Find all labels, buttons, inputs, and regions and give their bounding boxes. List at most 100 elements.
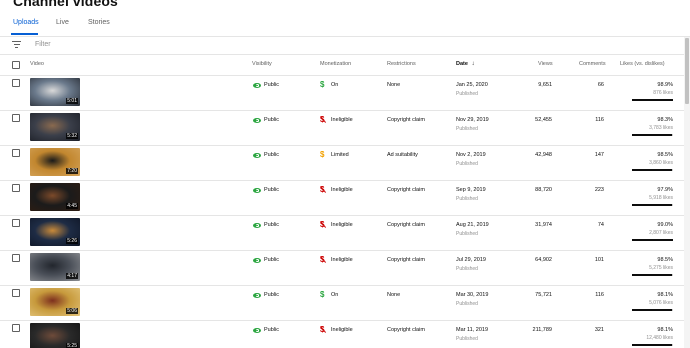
visibility-value[interactable]: Public bbox=[264, 82, 279, 88]
views-value: 42,948 bbox=[535, 152, 552, 158]
column-header-likes[interactable]: Likes (vs. dislikes) bbox=[620, 61, 665, 67]
likes-percent: 98.1% bbox=[657, 292, 673, 298]
column-header-restrictions: Restrictions bbox=[387, 61, 416, 67]
dollar-crossed-icon: $ bbox=[319, 221, 327, 229]
filter-bar: Filter bbox=[0, 37, 690, 55]
video-duration: 5:32 bbox=[66, 133, 78, 139]
views-value: 31,974 bbox=[535, 222, 552, 228]
dollar-crossed-icon: $ bbox=[319, 256, 327, 264]
row-checkbox[interactable] bbox=[12, 254, 20, 262]
date-status: Published bbox=[456, 91, 478, 97]
column-header-comments[interactable]: Comments bbox=[579, 61, 606, 67]
monetization-value[interactable]: Ineligible bbox=[331, 327, 353, 333]
date-value: Jan 25, 2020 bbox=[456, 82, 488, 88]
dollar-icon: $ bbox=[320, 80, 325, 89]
comments-value: 147 bbox=[594, 152, 604, 158]
row-checkbox[interactable] bbox=[12, 324, 20, 332]
visibility-value[interactable]: Public bbox=[264, 152, 279, 158]
video-duration: 7:20 bbox=[66, 168, 78, 174]
comments-value: 101 bbox=[594, 257, 604, 263]
column-header-monetization: Monetization bbox=[320, 61, 352, 67]
video-duration: 5:06 bbox=[66, 308, 78, 314]
monetization-value[interactable]: On bbox=[331, 292, 338, 298]
likes-percent: 98.5% bbox=[657, 257, 673, 263]
row-checkbox[interactable] bbox=[12, 184, 20, 192]
table-row[interactable]: 7:20 Public $ Limited Ad suitability Nov 2, 2… bbox=[0, 146, 690, 181]
arrow-down-icon: ↓ bbox=[471, 61, 475, 67]
restrictions-value[interactable]: Copyright claim bbox=[387, 222, 425, 228]
date-status: Published bbox=[456, 336, 478, 342]
table-row[interactable]: 5:32 Public $ Ineligible Copyright claim Nov … bbox=[0, 111, 690, 146]
monetization-value[interactable]: On bbox=[331, 82, 338, 88]
video-thumbnail[interactable]: 5:32 bbox=[30, 113, 80, 141]
column-header-visibility: Visibility bbox=[252, 61, 272, 67]
scrollbar[interactable] bbox=[684, 37, 690, 348]
views-value: 75,721 bbox=[535, 292, 552, 298]
likes-count: 3,860 likes bbox=[649, 160, 673, 166]
row-checkbox[interactable] bbox=[12, 219, 20, 227]
video-thumbnail[interactable]: 4:45 bbox=[30, 183, 80, 211]
comments-value: 116 bbox=[595, 117, 604, 123]
restrictions-value[interactable]: None bbox=[387, 292, 400, 298]
visibility-value[interactable]: Public bbox=[264, 117, 279, 123]
column-header-date[interactable]: Date ↓ bbox=[456, 61, 474, 67]
restrictions-value[interactable]: Copyright claim bbox=[387, 327, 425, 333]
monetization-value[interactable]: Ineligible bbox=[331, 187, 353, 193]
restrictions-value[interactable]: Ad suitability bbox=[387, 152, 418, 158]
visibility-value[interactable]: Public bbox=[264, 187, 279, 193]
restrictions-value[interactable]: Copyright claim bbox=[387, 257, 425, 263]
row-checkbox[interactable] bbox=[12, 79, 20, 87]
monetization-value[interactable]: Ineligible bbox=[331, 257, 353, 263]
monetization-value[interactable]: Limited bbox=[331, 152, 349, 158]
scrollbar-thumb[interactable] bbox=[685, 38, 689, 104]
filter-input[interactable]: Filter bbox=[35, 41, 51, 48]
restrictions-value[interactable]: Copyright claim bbox=[387, 117, 425, 123]
table-header: Video Visibility Monetization Restrictio… bbox=[0, 55, 690, 76]
video-thumbnail[interactable]: 5:06 bbox=[30, 288, 80, 316]
filter-icon[interactable] bbox=[12, 41, 21, 49]
table-row[interactable]: 5:01 Public $ On None Jan 25, 2020 Published 9,… bbox=[0, 76, 690, 111]
visibility-value[interactable]: Public bbox=[264, 327, 279, 333]
eye-icon bbox=[253, 328, 261, 333]
likes-ratio-fill bbox=[632, 344, 673, 346]
column-header-date-label: Date bbox=[456, 61, 468, 67]
table-row[interactable]: 5:06 Public $ On None Mar 30, 2019 Published 75… bbox=[0, 286, 690, 321]
video-thumbnail[interactable]: 5:01 bbox=[30, 78, 80, 106]
table-row[interactable]: 4:17 Public $ Ineligible Copyright claim Jul … bbox=[0, 251, 690, 286]
column-header-views[interactable]: Views bbox=[538, 61, 553, 67]
page-title: Channel videos bbox=[13, 0, 118, 9]
video-thumbnail[interactable]: 5:25 bbox=[30, 323, 80, 348]
tab-stories[interactable]: Stories bbox=[88, 19, 110, 26]
tab-live[interactable]: Live bbox=[56, 19, 69, 26]
visibility-value[interactable]: Public bbox=[264, 257, 279, 263]
views-value: 52,455 bbox=[535, 117, 552, 123]
select-all-checkbox[interactable] bbox=[12, 61, 20, 69]
likes-percent: 98.3% bbox=[657, 117, 673, 123]
dollar-crossed-icon: $ bbox=[319, 116, 327, 124]
eye-icon bbox=[253, 118, 261, 123]
row-checkbox[interactable] bbox=[12, 149, 20, 157]
video-thumbnail[interactable]: 7:20 bbox=[30, 148, 80, 176]
monetization-value[interactable]: Ineligible bbox=[331, 222, 353, 228]
table-row[interactable]: 5:25 Public $ Ineligible Copyright claim Mar … bbox=[0, 321, 690, 348]
eye-icon bbox=[253, 188, 261, 193]
restrictions-value[interactable]: Copyright claim bbox=[387, 187, 425, 193]
tab-uploads[interactable]: Uploads bbox=[13, 19, 39, 26]
likes-ratio-fill bbox=[632, 99, 673, 101]
visibility-value[interactable]: Public bbox=[264, 222, 279, 228]
restrictions-value[interactable]: None bbox=[387, 82, 400, 88]
row-checkbox[interactable] bbox=[12, 114, 20, 122]
likes-percent: 98.9% bbox=[657, 82, 673, 88]
likes-percent: 98.5% bbox=[657, 152, 673, 158]
table-row[interactable]: 4:45 Public $ Ineligible Copyright claim Sep … bbox=[0, 181, 690, 216]
monetization-value[interactable]: Ineligible bbox=[331, 117, 353, 123]
row-checkbox[interactable] bbox=[12, 289, 20, 297]
date-value: Jul 29, 2019 bbox=[456, 257, 486, 263]
video-duration: 5:01 bbox=[66, 98, 78, 104]
video-thumbnail[interactable]: 4:17 bbox=[30, 253, 80, 281]
likes-ratio-fill bbox=[632, 169, 673, 171]
table-row[interactable]: 5:26 Public $ Ineligible Copyright claim Aug … bbox=[0, 216, 690, 251]
visibility-value[interactable]: Public bbox=[264, 292, 279, 298]
video-thumbnail[interactable]: 5:26 bbox=[30, 218, 80, 246]
likes-count: 5,076 likes bbox=[649, 300, 673, 306]
